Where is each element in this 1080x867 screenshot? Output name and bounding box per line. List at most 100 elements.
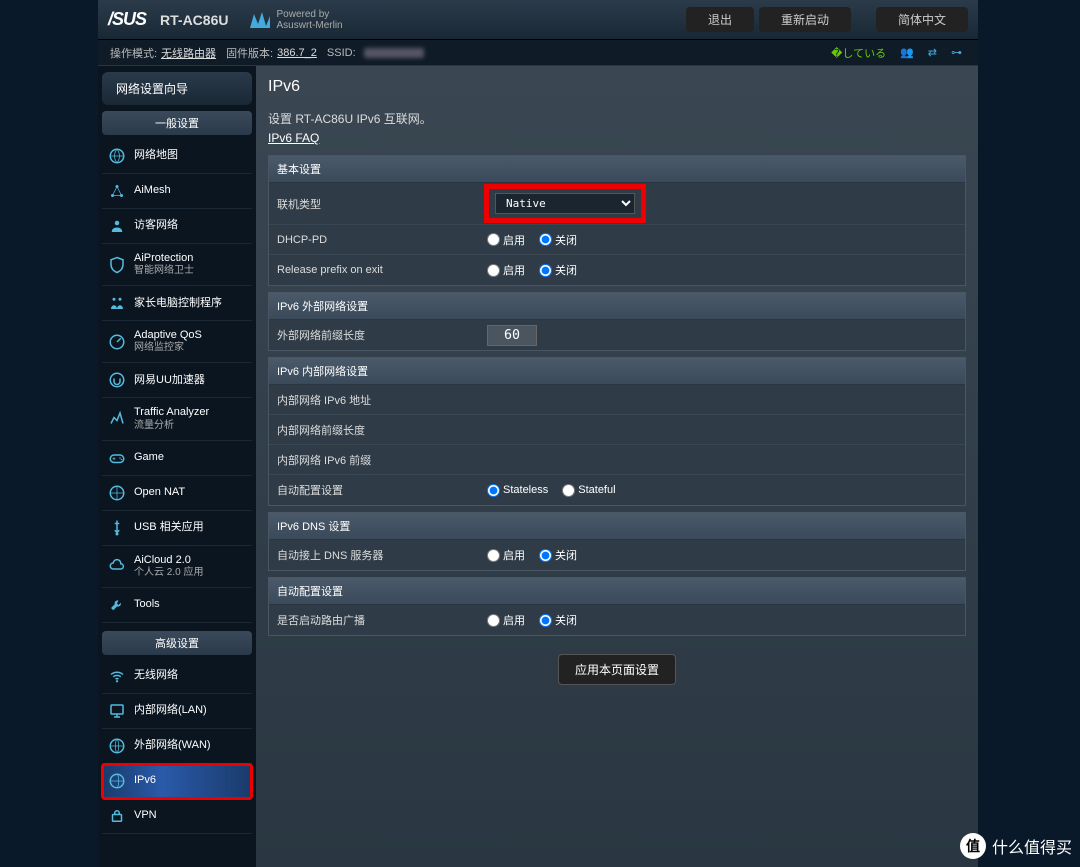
radv-enable[interactable]: 启用 bbox=[487, 612, 525, 628]
top-bar: /SUS RT-AC86U Powered by Asuswrt-Merlin … bbox=[98, 0, 978, 40]
fw-link[interactable]: 386.7_2 bbox=[277, 47, 317, 59]
conn-type-highlight: Native bbox=[487, 187, 643, 220]
sidebar-item-usb[interactable]: USB 相关应用 bbox=[102, 511, 252, 546]
sidebar-item-wan[interactable]: 外部网络(WAN) bbox=[102, 729, 252, 764]
sidebar-item-wl[interactable]: 无线网络 bbox=[102, 659, 252, 694]
wan-section: IPv6 外部网络设置 外部网络前缀长度 bbox=[268, 292, 966, 351]
aip-icon bbox=[108, 256, 126, 274]
sidebar-item-uu[interactable]: 网易UU加速器 bbox=[102, 363, 252, 398]
sidebar-item-label: 网络地图 bbox=[134, 149, 178, 162]
release-enable[interactable]: 启用 bbox=[487, 262, 525, 278]
aicloud-icon bbox=[108, 557, 126, 575]
apply-button[interactable]: 应用本页面设置 bbox=[558, 654, 676, 685]
page-title: IPv6 bbox=[268, 78, 966, 96]
sidebar: 网络设置向导 一般设置 网络地图 AiMesh 访客网络 AiProtection智能… bbox=[98, 66, 256, 867]
lan-addr-label: 内部网络 IPv6 地址 bbox=[277, 392, 487, 408]
sidebar-item-qos[interactable]: Adaptive QoS网络监控家 bbox=[102, 321, 252, 363]
dhcp-pd-disable[interactable]: 关闭 bbox=[539, 232, 577, 248]
sidebar-item-label: 访客网络 bbox=[134, 219, 178, 232]
watermark-text: 什么值得买 bbox=[992, 834, 1072, 858]
op-mode-link[interactable]: 无线路由器 bbox=[161, 45, 216, 61]
sidebar-item-label: VPN bbox=[134, 809, 157, 822]
status-icons: �している 👥 ⇄ ⊶ bbox=[831, 45, 966, 61]
reboot-button[interactable]: 重新启动 bbox=[759, 7, 851, 32]
wan-icon bbox=[108, 737, 126, 755]
sidebar-item-opennat[interactable]: Open NAT bbox=[102, 476, 252, 511]
radv-disable[interactable]: 关闭 bbox=[539, 612, 577, 628]
sidebar-item-tools[interactable]: Tools bbox=[102, 588, 252, 623]
wan-prefix-len-input[interactable] bbox=[487, 325, 537, 346]
dns-section: IPv6 DNS 设置 自动接上 DNS 服务器 启用 关闭 bbox=[268, 512, 966, 571]
asus-logo: /SUS bbox=[108, 9, 146, 30]
auto-cfg-label: 自动配置设置 bbox=[277, 482, 487, 498]
sidebar-item-traffic[interactable]: Traffic Analyzer流量分析 bbox=[102, 398, 252, 440]
sidebar-item-ipv6[interactable]: IPv6 bbox=[102, 764, 252, 799]
guest-icon bbox=[108, 217, 126, 235]
sidebar-item-label: 外部网络(WAN) bbox=[134, 739, 211, 752]
merlin-icon bbox=[248, 10, 272, 30]
lan-section: IPv6 内部网络设置 内部网络 IPv6 地址 内部网络前缀长度 内部网络 I… bbox=[268, 357, 966, 506]
sidebar-item-aip[interactable]: AiProtection智能网络卫士 bbox=[102, 244, 252, 286]
opennat-icon bbox=[108, 484, 126, 502]
map-icon bbox=[108, 147, 126, 165]
wan-header: IPv6 外部网络设置 bbox=[269, 293, 965, 320]
basic-header: 基本设置 bbox=[269, 156, 965, 183]
net-icon: ⇄ bbox=[928, 46, 937, 59]
ssid-label: SSID: bbox=[327, 47, 356, 59]
ipv6-icon bbox=[108, 772, 126, 790]
sidebar-item-label: AiProtection智能网络卫士 bbox=[134, 252, 194, 277]
adv-header: 高级设置 bbox=[102, 631, 252, 655]
usb-icon bbox=[108, 519, 126, 537]
auto-header: 自动配置设置 bbox=[269, 578, 965, 605]
aimesh-icon bbox=[108, 182, 126, 200]
sidebar-item-aimesh[interactable]: AiMesh bbox=[102, 174, 252, 209]
release-prefix-label: Release prefix on exit bbox=[277, 264, 487, 276]
sidebar-item-lan[interactable]: 内部网络(LAN) bbox=[102, 694, 252, 729]
uu-icon bbox=[108, 371, 126, 389]
sidebar-item-label: Traffic Analyzer流量分析 bbox=[134, 406, 209, 431]
general-header: 一般设置 bbox=[102, 111, 252, 135]
sidebar-item-label: Open NAT bbox=[134, 486, 185, 499]
sidebar-item-label: 内部网络(LAN) bbox=[134, 704, 207, 717]
release-disable[interactable]: 关闭 bbox=[539, 262, 577, 278]
ssid-value bbox=[364, 48, 424, 58]
language-select[interactable]: 简体中文 bbox=[876, 7, 968, 32]
users-icon: 👥 bbox=[900, 46, 914, 59]
wl-icon bbox=[108, 667, 126, 685]
logout-button[interactable]: 退出 bbox=[686, 7, 754, 32]
sidebar-item-map[interactable]: 网络地图 bbox=[102, 139, 252, 174]
model-name: RT-AC86U bbox=[160, 12, 228, 28]
sidebar-item-game[interactable]: Game bbox=[102, 441, 252, 476]
dns-enable[interactable]: 启用 bbox=[487, 547, 525, 563]
game-icon bbox=[108, 449, 126, 467]
parental-icon bbox=[108, 294, 126, 312]
sidebar-item-guest[interactable]: 访客网络 bbox=[102, 209, 252, 244]
sidebar-item-label: AiCloud 2.0个人云 2.0 应用 bbox=[134, 554, 203, 579]
sidebar-item-label: Tools bbox=[134, 598, 160, 611]
wizard-button[interactable]: 网络设置向导 bbox=[102, 72, 252, 105]
wan-prefix-len-label: 外部网络前缀长度 bbox=[277, 327, 487, 343]
sidebar-item-label: Game bbox=[134, 451, 164, 464]
dns-disable[interactable]: 关闭 bbox=[539, 547, 577, 563]
wizard-label: 网络设置向导 bbox=[116, 80, 188, 97]
sidebar-item-parental[interactable]: 家长电脑控制程序 bbox=[102, 286, 252, 321]
logo-area: /SUS RT-AC86U Powered by Asuswrt-Merlin bbox=[108, 9, 343, 31]
status-bar: 操作模式: 无线路由器 固件版本: 386.7_2 SSID: �している 👥 … bbox=[98, 40, 978, 66]
dhcp-pd-enable[interactable]: 启用 bbox=[487, 232, 525, 248]
sidebar-item-label: 家长电脑控制程序 bbox=[134, 297, 222, 310]
faq-link[interactable]: IPv6 FAQ bbox=[268, 131, 319, 145]
dhcp-pd-label: DHCP-PD bbox=[277, 234, 487, 246]
sidebar-item-vpn[interactable]: VPN bbox=[102, 799, 252, 834]
sidebar-item-label: USB 相关应用 bbox=[134, 521, 204, 534]
sidebar-item-aicloud[interactable]: AiCloud 2.0个人云 2.0 应用 bbox=[102, 546, 252, 588]
sidebar-item-label: AiMesh bbox=[134, 184, 171, 197]
lan-prefix-len-label: 内部网络前缀长度 bbox=[277, 422, 487, 438]
stateful-radio[interactable]: Stateful bbox=[562, 484, 615, 497]
conn-type-label: 联机类型 bbox=[277, 196, 487, 212]
main-content: IPv6 设置 RT-AC86U IPv6 互联网。 IPv6 FAQ 基本设置… bbox=[256, 66, 978, 867]
lan-prefix-label: 内部网络 IPv6 前缀 bbox=[277, 452, 487, 468]
sidebar-item-label: Adaptive QoS网络监控家 bbox=[134, 329, 202, 354]
stateless-radio[interactable]: Stateless bbox=[487, 484, 548, 497]
sidebar-item-label: 网易UU加速器 bbox=[134, 374, 205, 387]
conn-type-select[interactable]: Native bbox=[495, 193, 635, 214]
